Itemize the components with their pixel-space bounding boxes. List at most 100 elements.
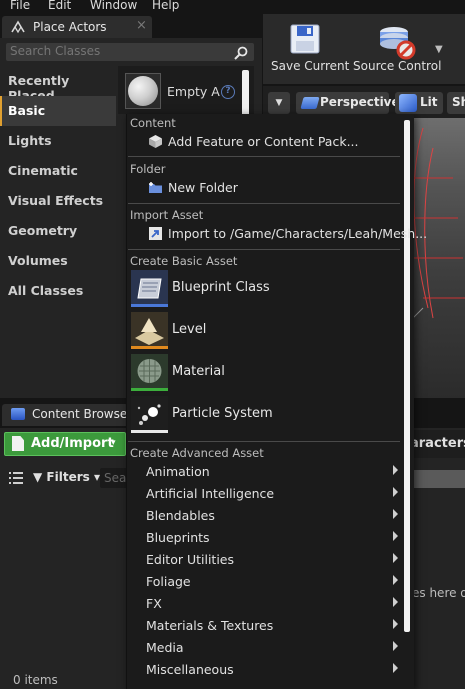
submenu-miscellaneous[interactable]: Miscellaneous xyxy=(128,659,400,681)
submenu-label: Miscellaneous xyxy=(146,662,234,677)
menu-edit[interactable]: Edit xyxy=(48,0,71,12)
menu-item-label: Material xyxy=(172,364,225,379)
toolbar-dropdown-icon[interactable]: ▼ xyxy=(435,44,443,55)
menu-help[interactable]: Help xyxy=(152,0,179,12)
submenu-fx[interactable]: FX xyxy=(128,593,400,615)
place-actors-icon xyxy=(11,20,25,34)
menu-item-label: Add Feature or Content Pack... xyxy=(168,134,359,149)
list-view-icon[interactable] xyxy=(9,472,23,484)
empty-folder-note: es here o xyxy=(412,586,465,600)
menu-item-label: New Folder xyxy=(168,180,238,195)
section-import-asset: Import Asset xyxy=(130,208,204,222)
menu-item-import-to[interactable]: Import to /Game/Characters/Leah/Mesh... xyxy=(128,223,427,245)
filters-label: Filters xyxy=(46,470,90,484)
particle-system-icon xyxy=(131,396,168,433)
submenu-editor-utilities[interactable]: Editor Utilities xyxy=(128,549,400,571)
chevron-right-icon xyxy=(393,465,398,475)
submenu-label: Animation xyxy=(146,464,210,479)
save-current-label: Save Current xyxy=(271,59,350,73)
menu-window[interactable]: Window xyxy=(90,0,137,12)
chevron-right-icon xyxy=(393,619,398,629)
close-icon[interactable]: × xyxy=(136,18,147,33)
category-lights[interactable]: Lights xyxy=(0,126,116,156)
floppy-disk-icon xyxy=(290,24,320,54)
section-create-basic-asset: Create Basic Asset xyxy=(130,254,238,268)
content-browser-icon xyxy=(11,408,25,420)
divider xyxy=(128,441,400,442)
chevron-right-icon xyxy=(393,531,398,541)
place-actors-tab[interactable]: Place Actors × xyxy=(2,16,152,38)
category-basic[interactable]: Basic xyxy=(0,96,116,126)
menu-file[interactable]: File xyxy=(10,0,30,12)
submenu-artificial-intelligence[interactable]: Artificial Intelligence xyxy=(128,483,400,505)
chevron-right-icon xyxy=(393,575,398,585)
menu-item-material[interactable]: Material xyxy=(128,353,400,393)
new-folder-icon xyxy=(149,182,162,193)
category-all-classes[interactable]: All Classes xyxy=(0,276,116,306)
filters-button[interactable]: ▼ Filters ▾ xyxy=(33,470,100,484)
perspective-icon xyxy=(300,97,320,109)
items-count: 0 items xyxy=(13,673,58,687)
sphere-icon xyxy=(128,76,158,106)
menu-item-level[interactable]: Level xyxy=(128,311,400,351)
menubar: File Edit Window Help xyxy=(0,0,465,14)
material-icon xyxy=(131,354,168,391)
new-file-icon xyxy=(12,436,24,451)
import-icon xyxy=(149,227,162,240)
menu-item-new-folder[interactable]: New Folder xyxy=(128,177,400,199)
add-import-label: Add/Import xyxy=(31,436,114,451)
menu-item-particle-system[interactable]: Particle System xyxy=(128,395,400,435)
chevron-right-icon xyxy=(393,553,398,563)
section-create-advanced-asset: Create Advanced Asset xyxy=(130,446,264,460)
submenu-label: Media xyxy=(146,640,184,655)
chevron-right-icon xyxy=(393,509,398,519)
submenu-media[interactable]: Media xyxy=(128,637,400,659)
actor-item-label: Empty A xyxy=(167,84,220,99)
menu-item-blueprint-class[interactable]: Blueprint Class xyxy=(128,269,400,309)
section-folder: Folder xyxy=(130,162,166,176)
menu-item-label: Import to /Game/Characters/Leah/Mesh... xyxy=(168,226,428,241)
chevron-right-icon xyxy=(393,641,398,651)
submenu-label: Artificial Intelligence xyxy=(146,486,275,501)
category-volumes[interactable]: Volumes xyxy=(0,246,116,276)
submenu-label: Blueprints xyxy=(146,530,210,545)
context-menu-scrollbar[interactable] xyxy=(404,120,410,632)
chevron-right-icon xyxy=(393,597,398,607)
submenu-label: FX xyxy=(146,596,162,611)
submenu-label: Editor Utilities xyxy=(146,552,235,567)
place-actors-tab-label: Place Actors xyxy=(33,20,107,34)
chevron-down-icon: ▾ xyxy=(111,438,116,448)
submenu-foliage[interactable]: Foliage xyxy=(128,571,400,593)
source-control-icon xyxy=(380,27,416,60)
filter-icon: ▼ xyxy=(33,470,43,484)
lit-label: Lit xyxy=(420,95,438,109)
viewport-menu-button[interactable]: ▼ xyxy=(268,92,290,114)
level-icon xyxy=(131,312,168,349)
submenu-blendables[interactable]: Blendables xyxy=(128,505,400,527)
menu-item-label: Level xyxy=(172,322,207,337)
current-path-label: aracters xyxy=(410,436,465,451)
submenu-label: Blendables xyxy=(146,508,215,523)
search-icon[interactable] xyxy=(234,46,248,60)
section-content: Content xyxy=(130,116,176,130)
menu-item-add-feature[interactable]: Add Feature or Content Pack... xyxy=(128,131,400,153)
content-pack-icon xyxy=(149,135,162,148)
search-classes-input[interactable] xyxy=(10,44,230,58)
category-visual-effects[interactable]: Visual Effects xyxy=(0,186,116,216)
chevron-right-icon xyxy=(393,663,398,673)
help-icon[interactable]: ? xyxy=(221,85,235,99)
perspective-label: Perspective xyxy=(320,95,400,109)
show-button[interactable]: Sh xyxy=(447,92,465,114)
divider xyxy=(128,156,400,157)
submenu-materials-textures[interactable]: Materials & Textures xyxy=(128,615,400,637)
menu-item-label: Particle System xyxy=(172,406,273,421)
submenu-blueprints[interactable]: Blueprints xyxy=(128,527,400,549)
lit-icon xyxy=(399,94,417,112)
category-geometry[interactable]: Geometry xyxy=(0,216,116,246)
category-cinematic[interactable]: Cinematic xyxy=(0,156,116,186)
search-classes-box xyxy=(6,43,254,61)
category-recently-placed[interactable]: Recently Placed xyxy=(0,66,116,103)
divider xyxy=(128,249,400,250)
submenu-label: Foliage xyxy=(146,574,191,589)
submenu-animation[interactable]: Animation xyxy=(128,461,400,483)
